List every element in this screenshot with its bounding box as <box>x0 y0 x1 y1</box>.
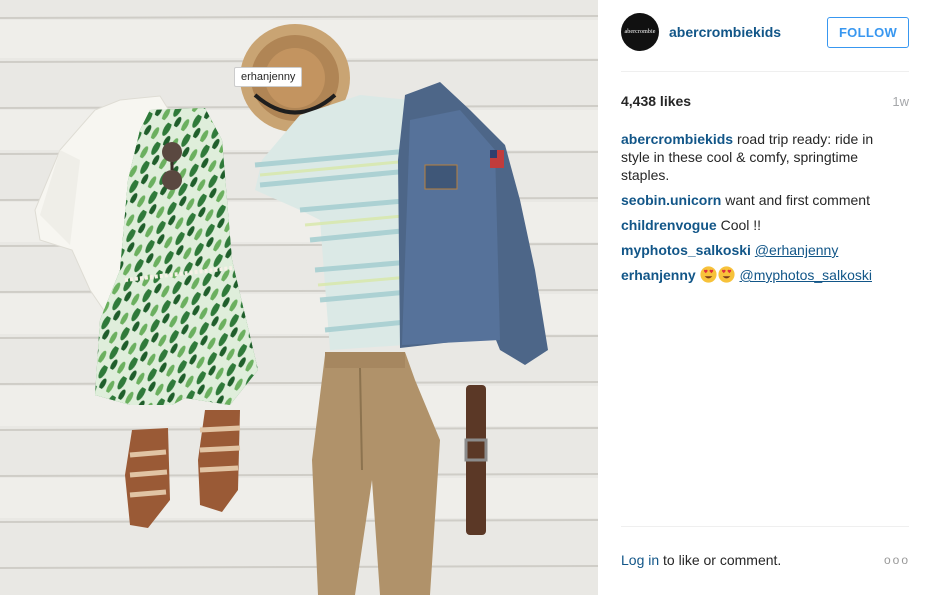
likes-count[interactable]: 4,438 likes <box>621 93 691 109</box>
comment: childrenvogue Cool !! <box>621 216 891 234</box>
comment-text: Cool !! <box>720 217 762 233</box>
comment: seobin.unicorn want and first comment <box>621 191 891 209</box>
username-link[interactable]: abercrombiekids <box>669 24 781 40</box>
login-prompt: Log in to like or comment. <box>621 552 781 568</box>
heart-eyes-emoji-icon <box>718 266 735 283</box>
outfit-flatlay-image <box>0 0 598 595</box>
post-photo[interactable]: erhanjenny <box>0 0 598 595</box>
comment-text: want and first comment <box>725 192 870 208</box>
user-tag[interactable]: erhanjenny <box>234 67 303 87</box>
mention-link[interactable]: @myphotos_salkoski <box>739 267 872 283</box>
comment: erhanjenny @myphotos_salkoski <box>621 266 891 284</box>
follow-button[interactable]: FOLLOW <box>827 17 909 48</box>
comment-user-link[interactable]: childrenvogue <box>621 217 717 233</box>
comment-user-link[interactable]: erhanjenny <box>621 267 696 283</box>
comment-user-link[interactable]: seobin.unicorn <box>621 192 721 208</box>
comment-user-link[interactable]: abercrombiekids <box>621 131 733 147</box>
login-link[interactable]: Log in <box>621 552 659 568</box>
post-sidebar: abercrombie abercrombiekids FOLLOW 4,438… <box>598 0 929 595</box>
login-text: to like or comment. <box>663 552 782 568</box>
caption: abercrombiekids road trip ready: ride in… <box>621 130 891 184</box>
post-time[interactable]: 1w <box>892 94 909 109</box>
post-header: abercrombie abercrombiekids FOLLOW <box>598 0 929 70</box>
comment-list: abercrombiekids road trip ready: ride in… <box>621 130 891 291</box>
comment-user-link[interactable]: myphotos_salkoski <box>621 242 751 258</box>
divider <box>621 526 909 527</box>
divider <box>621 71 909 72</box>
comment: myphotos_salkoski @erhanjenny <box>621 241 891 259</box>
mention-link[interactable]: @erhanjenny <box>755 242 839 258</box>
avatar[interactable]: abercrombie <box>621 13 659 51</box>
more-options-icon[interactable]: ooo <box>884 553 910 567</box>
heart-eyes-emoji-icon <box>700 266 717 283</box>
